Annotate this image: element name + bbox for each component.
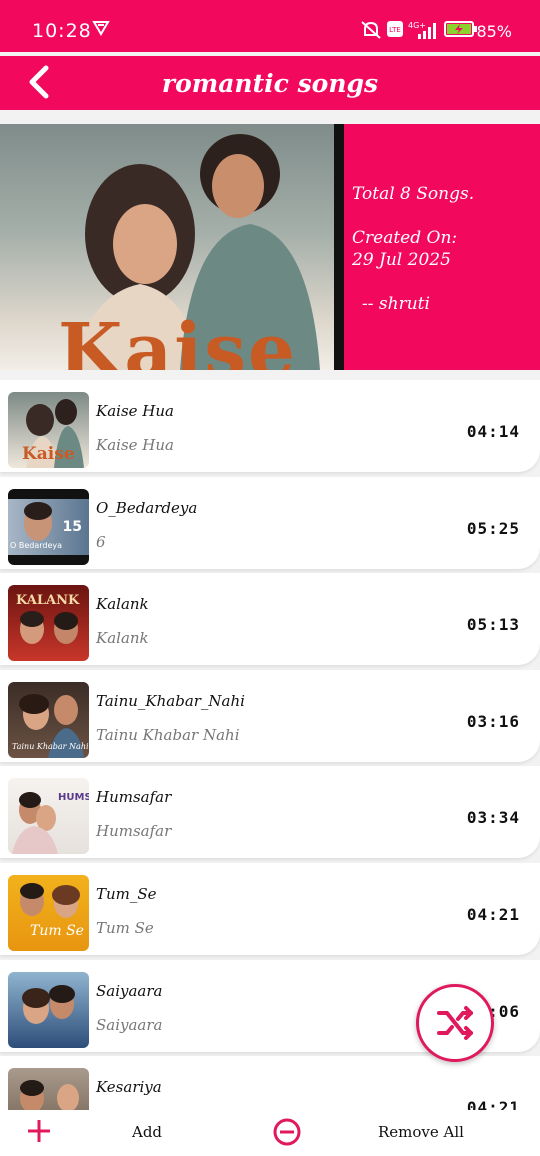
song-thumbnail [8, 972, 89, 1048]
shuffle-icon [435, 1003, 475, 1047]
song-row[interactable]: Tum Se Tum_Se Tum Se 04:21 [0, 863, 540, 955]
svg-text:15: 15 [63, 519, 82, 535]
cover-title-text: Kaise [58, 308, 298, 370]
song-subtitle: Saiyaara [96, 1016, 163, 1034]
song-row[interactable]: Kaise Kaise Hua Kaise Hua 04:14 [0, 380, 540, 472]
song-thumbnail-label: Tainu Khabar Nahi [12, 742, 89, 751]
song-thumbnail-label: HUMSA [58, 792, 89, 803]
song-thumbnail: HUMSA [8, 778, 89, 854]
song-row[interactable]: HUMSA Humsafar Humsafar 03:34 [0, 766, 540, 858]
song-duration: 03:34 [466, 808, 520, 827]
song-title: O_Bedardeya [96, 499, 198, 517]
status-time: 10:28 [32, 20, 92, 42]
remove-circle-icon[interactable] [272, 1117, 302, 1147]
created-date: 29 Jul 2025 [352, 250, 451, 270]
song-thumbnail-label: Tum Se [30, 923, 84, 939]
created-label: Created On: [352, 228, 458, 248]
song-thumbnail-label: O Bedardeya [10, 541, 63, 550]
mute-icon [360, 20, 382, 44]
song-thumbnail-label: Kaise [22, 444, 75, 464]
song-duration: 05:25 [466, 519, 520, 538]
song-title: Tainu_Khabar_Nahi [96, 692, 245, 710]
hero-divider [334, 124, 344, 370]
song-subtitle: Kaise Hua [96, 436, 174, 454]
battery-percent: 85% [476, 22, 512, 41]
song-row[interactable]: 15 O Bedardeya O_Bedardeya 6 05:25 [0, 477, 540, 569]
shuffle-button[interactable] [416, 984, 494, 1062]
add-button[interactable]: Add [132, 1123, 162, 1141]
song-duration: 04:14 [466, 422, 520, 441]
song-subtitle: Humsafar [96, 822, 172, 840]
page-title: romantic songs [161, 69, 379, 98]
song-duration: 03:16 [466, 712, 520, 731]
song-thumbnail: Tum Se [8, 875, 89, 951]
total-songs-text: Total 8 Songs. [352, 184, 475, 204]
status-bar: 10:28 LTE 4G+ 85% [0, 0, 540, 52]
song-title: Kaise Hua [96, 402, 174, 420]
svg-text:4G+: 4G+ [408, 21, 426, 30]
add-icon[interactable] [26, 1118, 52, 1144]
song-subtitle: 6 [96, 533, 106, 551]
song-title: Saiyaara [96, 982, 163, 1000]
song-title: Kesariya [96, 1078, 162, 1096]
remove-all-button[interactable]: Remove All [378, 1123, 464, 1141]
song-thumbnail: Tainu Khabar Nahi [8, 682, 89, 758]
song-thumbnail: Kaise [8, 392, 89, 468]
app-bar: romantic songs [0, 56, 540, 110]
vpn-icon [92, 20, 110, 40]
song-subtitle: Tainu Khabar Nahi [96, 726, 240, 744]
playlist-info-panel: Total 8 Songs. Created On: 29 Jul 2025 -… [344, 124, 540, 370]
song-subtitle: Tum Se [96, 919, 154, 937]
playlist-cover-image: Kaise [0, 124, 334, 370]
playlist-author: -- shruti [362, 294, 430, 314]
song-row[interactable]: KALANK Kalank Kalank 05:13 [0, 573, 540, 665]
battery-charging-icon [444, 20, 478, 42]
song-subtitle: Kalank [96, 629, 149, 647]
song-duration: 05:13 [466, 615, 520, 634]
playlist-header: Kaise Total 8 Songs. Created On: 29 Jul … [0, 124, 540, 370]
signal-4g-icon: 4G+ [408, 20, 438, 44]
song-title: Kalank [96, 595, 149, 613]
song-title: Tum_Se [96, 885, 157, 903]
song-row[interactable]: Tainu Khabar Nahi Tainu_Khabar_Nahi Tain… [0, 670, 540, 762]
song-thumbnail: 15 O Bedardeya [8, 489, 89, 565]
volte-icon: LTE [386, 20, 404, 42]
bottom-action-bar: Add Remove All [0, 1110, 540, 1156]
song-duration: 04:21 [466, 905, 520, 924]
song-title: Humsafar [96, 788, 172, 806]
svg-text:LTE: LTE [389, 26, 401, 34]
song-thumbnail-label: KALANK [16, 593, 80, 608]
song-thumbnail: KALANK [8, 585, 89, 661]
